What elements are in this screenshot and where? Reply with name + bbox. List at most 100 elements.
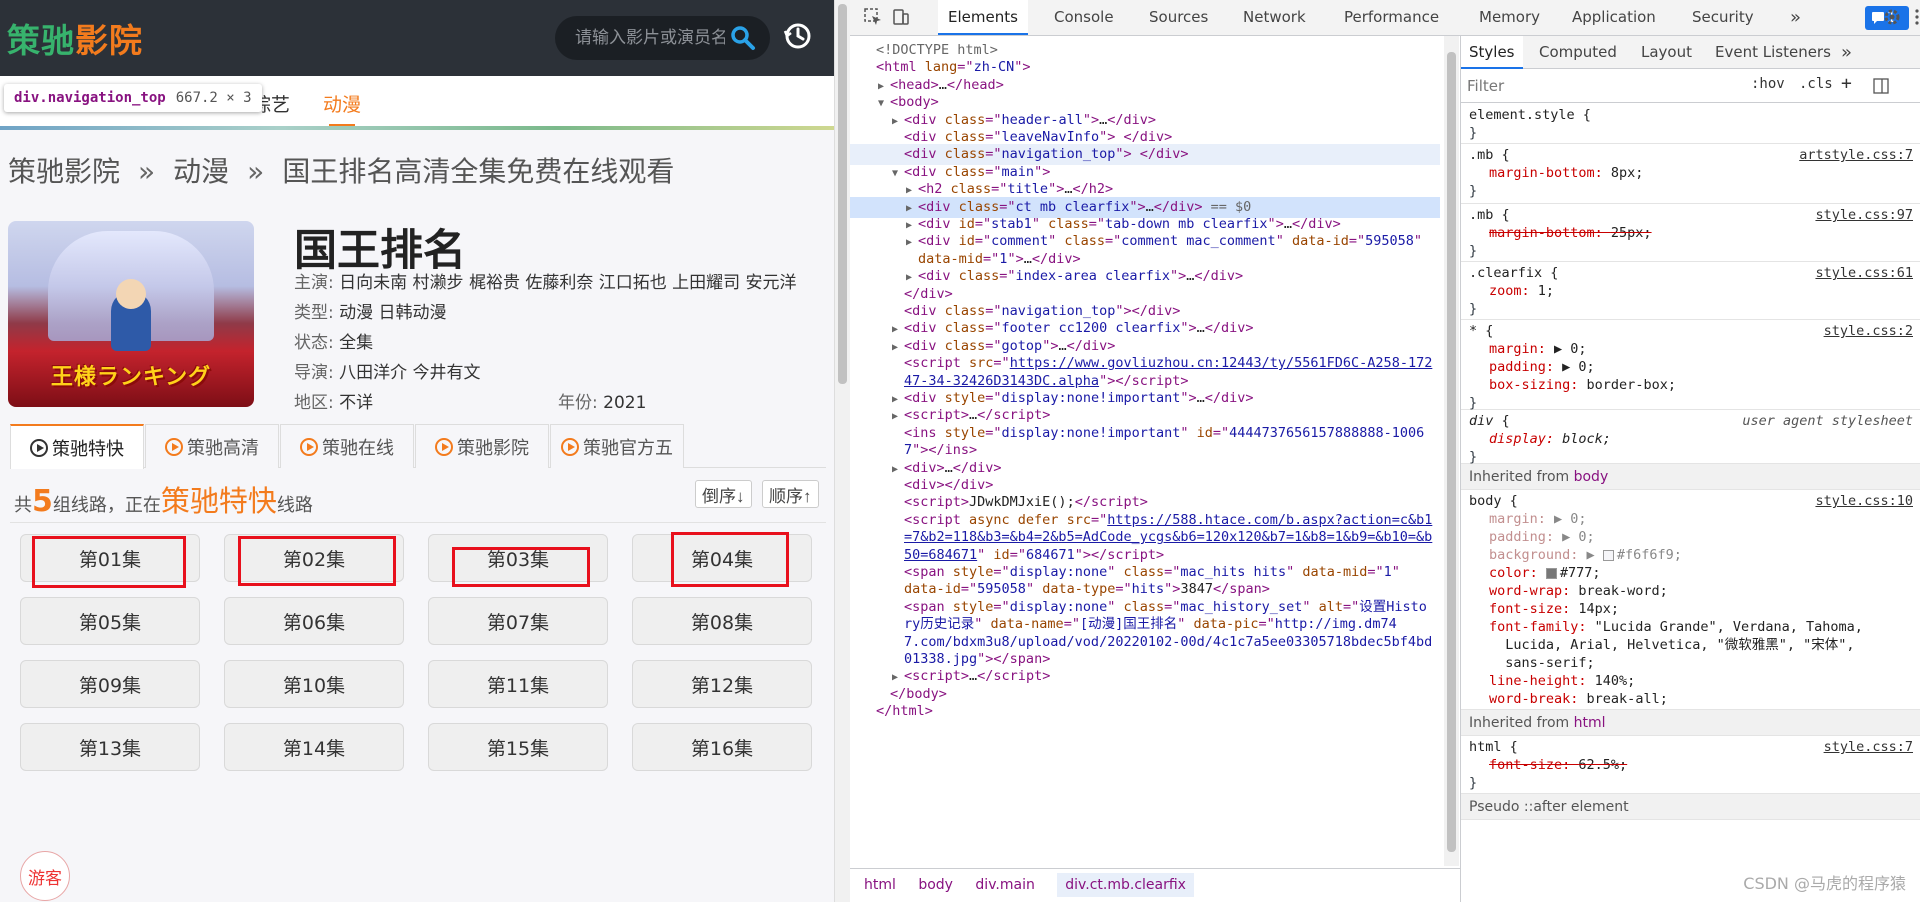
breadcrumb-separator: » [138, 155, 156, 188]
dom-scrollbar[interactable] [1444, 36, 1459, 866]
site-logo[interactable]: 策驰影院 [7, 14, 143, 62]
episode-button[interactable]: 第14集 [224, 723, 404, 771]
tab-network[interactable]: Network [1233, 0, 1316, 35]
info-value[interactable]: 八田洋介 今井有文 [339, 363, 480, 383]
info-value[interactable]: 动漫 日韩动漫 [339, 303, 446, 323]
devtools-panel: Elements Console Sources Network Perform… [850, 0, 1920, 902]
movie-poster[interactable]: 王様ランキング [8, 221, 254, 407]
routes-middle: 组线路，正在 [52, 495, 161, 516]
tab-elements[interactable]: Elements [938, 0, 1028, 35]
crumb-html[interactable]: html [864, 877, 896, 893]
tab-event-listeners[interactable]: Event Listeners [1707, 36, 1839, 69]
tab-source-2[interactable]: 策驰高清 [145, 424, 279, 468]
dom-node-markup: <!DOCTYPE html> [876, 42, 998, 58]
episode-button[interactable]: 第05集 [20, 597, 200, 645]
dom-node-markup: <script>…</script> [904, 668, 1051, 685]
search-input[interactable] [575, 26, 725, 50]
styles-filter-input[interactable] [1467, 74, 1691, 98]
logo-part2: 影院 [75, 21, 143, 60]
dom-node-markup: =7&b2=118&b3=&b4=2&b5=AdCode_ycgs&b6=120… [904, 529, 1433, 546]
episode-button[interactable]: 第02集 [224, 534, 404, 582]
play-icon [30, 438, 48, 457]
inherited-element[interactable]: body [1574, 469, 1609, 485]
source-tabs: 策驰特快 策驰高清 策驰在线 策驰影院 策驰官方五 [10, 424, 826, 469]
poster-title: 王様ランキング [50, 365, 212, 390]
episode-button[interactable]: 第15集 [428, 723, 608, 771]
crumb-current[interactable]: div.ct.mb.clearfix [1057, 873, 1194, 897]
device-toolbar-icon[interactable] [892, 8, 910, 26]
crumb-body[interactable]: body [918, 877, 953, 893]
episode-button[interactable]: 第04集 [632, 534, 812, 582]
tab-layout[interactable]: Layout [1633, 36, 1700, 69]
inherited-label: Inherited from [1469, 469, 1570, 485]
tab-performance[interactable]: Performance [1334, 0, 1449, 35]
dom-node-markup: <div></div> [904, 477, 994, 493]
sort-asc-button[interactable]: 顺序↑ [762, 480, 819, 508]
dom-node-markup: <ins style="display:none!important" id="… [904, 424, 1425, 441]
episode-button[interactable]: 第10集 [224, 660, 404, 708]
tab-source-5[interactable]: 策驰官方五 [550, 424, 684, 468]
gear-icon[interactable] [1883, 8, 1901, 26]
more-options-icon[interactable] [1908, 8, 1920, 26]
divider [10, 522, 826, 523]
episode-button[interactable]: 第08集 [632, 597, 812, 645]
episode-button[interactable]: 第16集 [632, 723, 812, 771]
search-box [555, 16, 770, 60]
dom-node-markup: <div class="leaveNavInfo"> </div> [904, 129, 1173, 145]
inherited-element[interactable]: html [1574, 715, 1606, 731]
inspect-element-icon[interactable] [864, 8, 882, 26]
info-label: 导演: [294, 363, 334, 383]
history-icon[interactable] [783, 21, 813, 51]
tab-security[interactable]: Security [1682, 0, 1764, 35]
breadcrumb-separator: » [247, 155, 265, 188]
info-value: 2021 [603, 393, 647, 413]
breadcrumb: 策驰影院 » 动漫 » 国王排名高清全集免费在线观看 [8, 150, 674, 190]
dom-node-markup: </div> [904, 285, 953, 302]
tab-source-4[interactable]: 策驰影院 [415, 424, 549, 468]
scrollbar-thumb[interactable] [838, 4, 847, 384]
episode-button[interactable]: 第13集 [20, 723, 200, 771]
scrollbar-thumb[interactable] [1447, 52, 1456, 852]
sort-desc-button[interactable]: 倒序↓ [695, 480, 752, 508]
toggle-sidebar-icon[interactable] [1873, 78, 1889, 94]
episode-button[interactable]: 第11集 [428, 660, 608, 708]
tab-memory[interactable]: Memory [1469, 0, 1550, 35]
tab-source-1[interactable]: 策驰特快 [10, 424, 144, 469]
dom-node-markup: <div class="main"> [904, 163, 1051, 180]
dom-node-markup: <h2 class="title">…</h2> [918, 181, 1114, 198]
episode-button[interactable]: 第12集 [632, 660, 812, 708]
more-panes-chevron-icon[interactable]: » [1833, 36, 1860, 69]
search-icon[interactable] [730, 25, 756, 51]
tab-sources[interactable]: Sources [1139, 0, 1218, 35]
tab-label: 策驰特快 [52, 438, 124, 460]
style-rule: div {user agent stylesheet display: bloc… [1461, 410, 1920, 465]
dom-node-markup: <div class="gotop">…</div> [904, 337, 1116, 354]
episode-button[interactable]: 第06集 [224, 597, 404, 645]
info-value[interactable]: 日向未南 村濑步 梶裕贵 佐藤利奈 江口拓也 上田耀司 安元洋 [339, 273, 796, 293]
page-scrollbar[interactable] [834, 0, 850, 902]
nav-item-anime[interactable]: 动漫 [323, 90, 361, 127]
episode-button[interactable]: 第01集 [20, 534, 200, 582]
tab-console[interactable]: Console [1044, 0, 1124, 35]
hover-state-toggle[interactable]: :hov [1751, 76, 1785, 92]
tab-application[interactable]: Application [1562, 0, 1666, 35]
episode-button[interactable]: 第07集 [428, 597, 608, 645]
tab-source-3[interactable]: 策驰在线 [280, 424, 414, 468]
dom-node-markup: <div class="ct mb clearfix">…</div> == $… [918, 198, 1252, 215]
crumb-main[interactable]: div.main [975, 877, 1034, 893]
new-rule-button[interactable]: + [1841, 73, 1852, 94]
dom-node-markup: ry历史记录" data-name="[动漫]国王排名" data-pic="h… [904, 616, 1397, 633]
tab-computed[interactable]: Computed [1531, 36, 1625, 69]
class-toggle[interactable]: .cls [1799, 76, 1833, 92]
watermark: CSDN @马虎的程序猿 [1743, 874, 1906, 893]
episode-button[interactable]: 第03集 [428, 534, 608, 582]
tab-styles[interactable]: Styles [1461, 36, 1523, 69]
episode-button[interactable]: 第09集 [20, 660, 200, 708]
breadcrumb-category[interactable]: 动漫 [173, 155, 229, 188]
info-region: 地区: 不详 [294, 388, 373, 413]
guest-button[interactable]: 游客 [20, 851, 70, 901]
dom-node[interactable]: </html> [850, 701, 933, 722]
tab-label: 策驰官方五 [583, 437, 673, 459]
breadcrumb-home[interactable]: 策驰影院 [8, 155, 120, 188]
more-tabs-chevron-icon[interactable]: » [1780, 0, 1811, 35]
